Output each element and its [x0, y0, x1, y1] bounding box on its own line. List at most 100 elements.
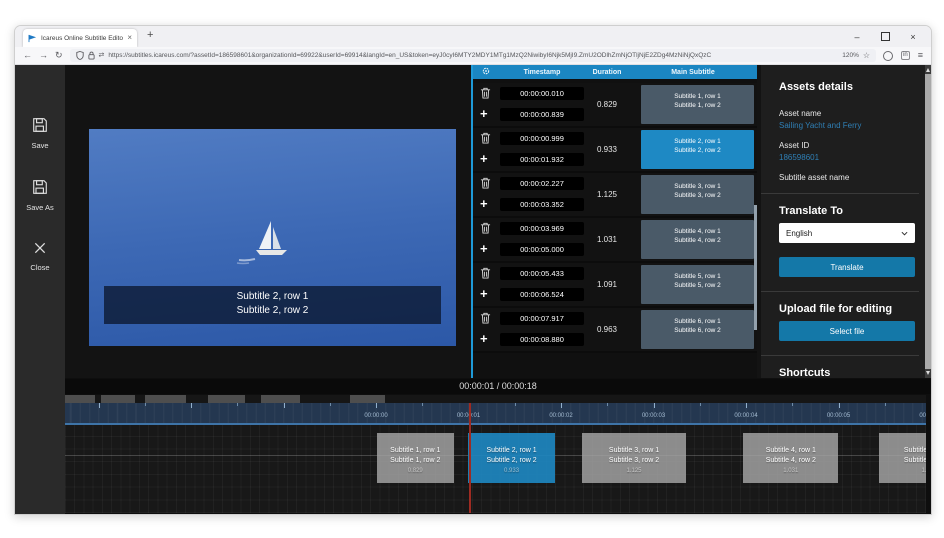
subtitle-text-box[interactable]: Subtitle 5, row 1 Subtitle 5, row 2 — [641, 265, 754, 304]
close-window-button[interactable]: × — [899, 26, 927, 47]
bookmark-star-icon[interactable]: ☆ — [863, 51, 870, 60]
asset-name-value: Sailing Yacht and Ferry — [779, 121, 915, 130]
new-tab-button[interactable]: + — [147, 29, 153, 41]
minimize-button[interactable]: – — [843, 26, 871, 47]
shield-icon[interactable] — [76, 51, 84, 60]
add-row-icon[interactable]: + — [480, 242, 488, 255]
linkedin-extension-icon[interactable]: in — [901, 51, 910, 60]
timeline-minimap[interactable] — [65, 395, 926, 403]
add-row-icon[interactable]: + — [480, 287, 488, 300]
overlay-line1: Subtitle 2, row 1 — [104, 290, 441, 304]
start-time-input[interactable] — [500, 87, 584, 100]
delete-row-icon[interactable] — [480, 87, 491, 99]
navbar-right-icons: in ≡ — [883, 51, 923, 61]
translate-button[interactable]: Translate — [779, 257, 915, 277]
subtitle-line1: Subtitle 4, row 1 — [641, 227, 754, 236]
url-text[interactable]: https://subtitles.icareus.com/?assetId=1… — [108, 52, 838, 59]
subtitle-text-box[interactable]: Subtitle 3, row 1 Subtitle 3, row 2 — [641, 175, 754, 214]
block-line1: Subtitle 1, row 1 — [377, 446, 454, 456]
minimap-segment — [145, 395, 186, 403]
end-time-input[interactable] — [500, 243, 584, 256]
select-file-button[interactable]: Select file — [779, 321, 915, 341]
add-row-icon[interactable]: + — [480, 152, 488, 165]
subtitle-text-box[interactable]: Subtitle 2, row 1 Subtitle 2, row 2 — [641, 130, 754, 169]
ruler-tick — [99, 403, 100, 408]
subtitle-text-box[interactable]: Subtitle 1, row 1 Subtitle 1, row 2 — [641, 85, 754, 124]
language-select[interactable]: English — [779, 223, 915, 243]
language-value: English — [786, 229, 812, 238]
panel-scrollbar-thumb[interactable] — [925, 74, 931, 369]
page-zoom-badge[interactable]: 120% — [842, 52, 859, 59]
scroll-down-icon[interactable] — [926, 371, 930, 375]
ruler-label: 00:00:03 — [642, 413, 665, 419]
ruler-tick — [746, 403, 747, 408]
settings-gear-icon[interactable] — [473, 67, 499, 77]
timeline-subtitle-block[interactable]: Subtitle 4, row 1 Subtitle 4, row 2 1.03… — [743, 433, 838, 483]
add-row-icon[interactable]: + — [480, 107, 488, 120]
end-time-input[interactable] — [500, 288, 584, 301]
timeline-subtitle-block[interactable]: Subtitle 1, row 1 Subtitle 1, row 2 0.82… — [377, 433, 454, 483]
subtitle-text-box[interactable]: Subtitle 6, row 1 Subtitle 6, row 2 — [641, 310, 754, 349]
row-actions: + — [473, 128, 499, 171]
delete-row-icon[interactable] — [480, 312, 491, 324]
subtitle-line1: Subtitle 1, row 1 — [641, 92, 754, 101]
add-row-icon[interactable]: + — [480, 332, 488, 345]
panel-scrollbar[interactable] — [925, 65, 931, 378]
timeline-subtitle-block[interactable]: Subtitle 2, row 1 Subtitle 2, row 2 0.93… — [468, 433, 554, 483]
back-icon[interactable]: ← — [23, 51, 32, 60]
end-time-input[interactable] — [500, 198, 584, 211]
timeline-subtitle-block[interactable]: Subtitle 3, row 1 Subtitle 3, row 2 1.12… — [582, 433, 686, 483]
extension-icon[interactable] — [883, 51, 893, 61]
maximize-icon — [881, 32, 890, 41]
timeline-ruler[interactable]: 00:00:0000:00:0100:00:0200:00:0300:00:04… — [65, 403, 926, 425]
block-duration: 0.933 — [468, 467, 554, 477]
save-button[interactable]: Save — [15, 117, 65, 150]
add-row-icon[interactable]: + — [480, 197, 488, 210]
playhead[interactable] — [469, 403, 471, 513]
end-time-input[interactable] — [500, 333, 584, 346]
start-time-input[interactable] — [500, 132, 584, 145]
ruler-tick — [654, 403, 655, 408]
end-time-input[interactable] — [500, 108, 584, 121]
row-timestamps — [499, 263, 585, 306]
ruler-tick — [284, 403, 285, 408]
delete-row-icon[interactable] — [480, 222, 491, 234]
timeline-subtitle-block[interactable]: Subtitle 5, row 1 Subtitle 5, row 2 1.09… — [879, 433, 926, 483]
reload-icon[interactable]: ↻ — [55, 51, 63, 60]
start-time-input[interactable] — [500, 222, 584, 235]
video-preview: Subtitle 2, row 1 Subtitle 2, row 2 — [89, 129, 456, 346]
chevron-down-icon — [901, 231, 908, 236]
timeline-track[interactable]: Subtitle 1, row 1 Subtitle 1, row 2 0.82… — [65, 425, 926, 513]
delete-row-icon[interactable] — [480, 267, 491, 279]
forward-icon[interactable]: → — [39, 51, 48, 60]
end-time-input[interactable] — [500, 153, 584, 166]
tab-close-icon[interactable]: × — [127, 34, 132, 42]
subtitle-asset-name-label: Subtitle asset name — [779, 173, 915, 182]
start-time-input[interactable] — [500, 312, 584, 325]
menu-icon[interactable]: ≡ — [918, 51, 923, 60]
subtitle-text-box[interactable]: Subtitle 4, row 1 Subtitle 4, row 2 — [641, 220, 754, 259]
subtitle-overlay: Subtitle 2, row 1 Subtitle 2, row 2 — [104, 286, 441, 324]
ruler-tick — [561, 403, 562, 408]
url-bar[interactable]: ⇄ https://subtitles.icareus.com/?assetId… — [70, 49, 877, 62]
delete-row-icon[interactable] — [480, 132, 491, 144]
delete-row-icon[interactable] — [480, 177, 491, 189]
save-as-button[interactable]: Save As — [15, 179, 65, 212]
start-time-input[interactable] — [500, 177, 584, 190]
panel-separator — [761, 355, 919, 356]
scroll-up-icon[interactable] — [926, 68, 930, 72]
tracking-toggle-icon[interactable]: ⇄ — [99, 52, 105, 59]
subtitle-line2: Subtitle 5, row 2 — [641, 281, 754, 290]
minimap-segment — [208, 395, 245, 403]
maximize-button[interactable] — [871, 26, 899, 47]
list-scrollbar[interactable] — [754, 205, 757, 330]
timeline-inner: 00:00:0000:00:0100:00:0200:00:0300:00:04… — [65, 395, 926, 513]
browser-tab[interactable]: Icareus Online Subtitle Editor × — [23, 29, 137, 47]
row-timestamps — [499, 83, 585, 126]
ruler-tick — [145, 403, 146, 406]
lock-icon[interactable] — [88, 51, 95, 60]
subtitle-line2: Subtitle 3, row 2 — [641, 191, 754, 200]
close-button[interactable]: Close — [15, 241, 65, 272]
start-time-input[interactable] — [500, 267, 584, 280]
row-timestamps — [499, 308, 585, 351]
